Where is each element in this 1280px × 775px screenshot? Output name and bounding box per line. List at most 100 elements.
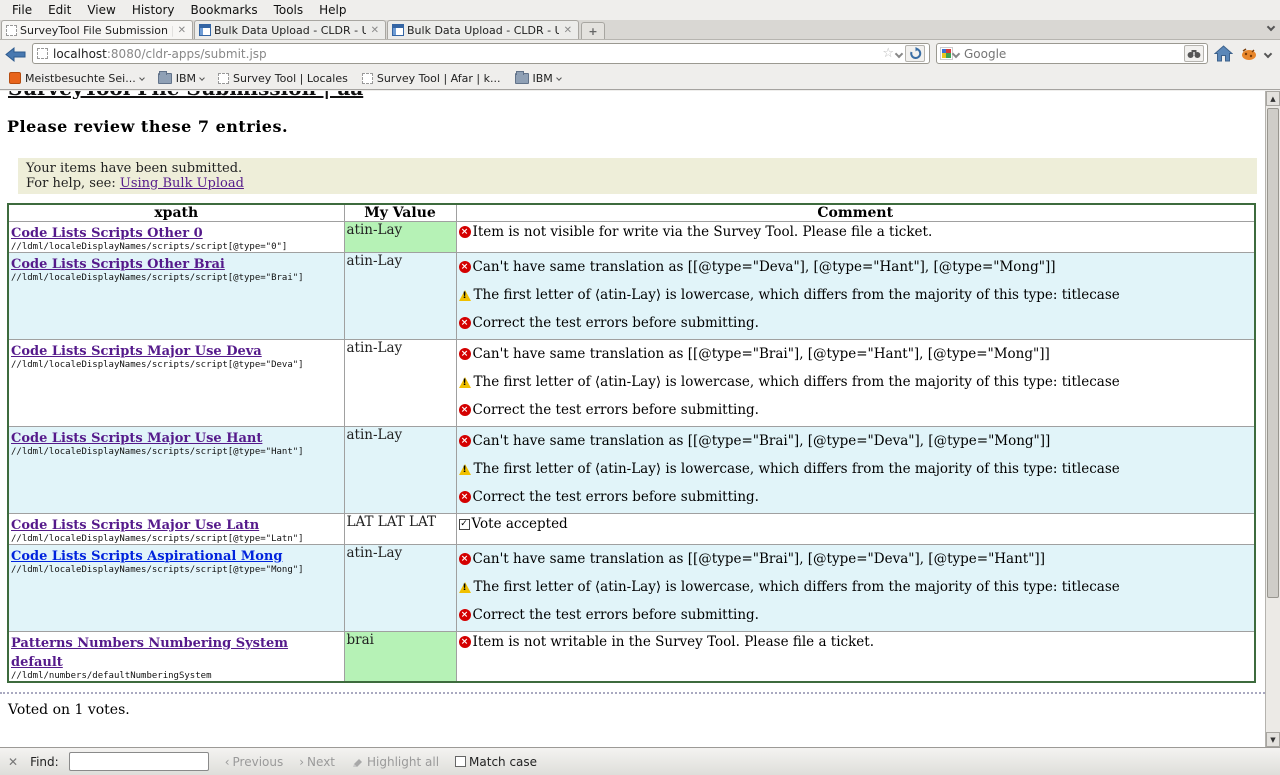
submission-notice: Your items have been submitted. For help… (18, 158, 1257, 194)
bookmark-folder-ibm-1[interactable]: IBM (153, 70, 209, 87)
reload-button[interactable] (905, 45, 925, 62)
scroll-up-arrow-icon[interactable]: ▲ (1266, 91, 1280, 106)
my-value-cell: atin-Lay (344, 545, 456, 632)
error-icon (459, 317, 471, 329)
bookmark-survey-tool-locales[interactable]: Survey Tool | Locales (213, 70, 353, 87)
url-dropdown-chevron-icon[interactable] (895, 49, 903, 57)
xpath-cell: Code Lists Scripts Major Use Deva//ldml/… (8, 340, 344, 427)
find-binoculars-button[interactable] (1184, 45, 1204, 62)
dotted-separator (0, 692, 1265, 694)
error-icon (459, 609, 471, 621)
menu-view[interactable]: View (79, 1, 123, 19)
comment-line: Vote accepted (459, 514, 1253, 534)
location-bar[interactable]: localhost:8080/cldr-apps/submit.jsp ☆ (32, 43, 930, 64)
comment-text: Correct the test errors before submittin… (473, 607, 759, 623)
comment-text: Item is not writable in the Survey Tool.… (473, 634, 874, 650)
comment-text: Correct the test errors before submittin… (473, 489, 759, 505)
search-engine-chevron-icon[interactable] (952, 49, 960, 57)
url-host: localhost (53, 47, 107, 61)
find-bar: ✕ Find: ‹Previous ›Next Highlight all Ma… (0, 747, 1280, 775)
xpath-link[interactable]: Code Lists Scripts Major Use Latn (11, 518, 259, 533)
find-input[interactable] (69, 752, 209, 771)
xpath-link[interactable]: Patterns Numbers Numbering System defaul… (11, 636, 288, 670)
bookmark-folder-ibm-2[interactable]: IBM (510, 70, 566, 87)
table-row: Patterns Numbers Numbering System defaul… (8, 632, 1255, 683)
addon-icon[interactable] (1241, 47, 1257, 61)
xpath-link[interactable]: Code Lists Scripts Other Brai (11, 257, 225, 272)
xpath-cell: Code Lists Scripts Major Use Hant//ldml/… (8, 427, 344, 514)
comment-text: Can't have same translation as [[@type="… (473, 433, 1051, 449)
table-row: Code Lists Scripts Major Use Deva//ldml/… (8, 340, 1255, 427)
highlight-all-button[interactable]: Highlight all (351, 755, 439, 769)
page-icon (218, 73, 229, 84)
url-path: :8080/cldr-apps/submit.jsp (107, 47, 267, 61)
my-value-cell: brai (344, 632, 456, 683)
chevron-down-icon (139, 75, 145, 81)
tab-bulk-upload-1[interactable]: Bulk Data Upload - CLDR - Un... ✕ (194, 20, 386, 39)
window-favicon (199, 24, 211, 36)
tab-list-chevron-icon[interactable] (1267, 23, 1275, 31)
comment-line: Can't have same translation as [[@type="… (459, 427, 1253, 455)
warning-icon (459, 377, 471, 388)
folder-icon (515, 73, 529, 84)
xpath-link[interactable]: Code Lists Scripts Major Use Deva (11, 344, 262, 359)
xpath-code: //ldml/localeDisplayNames/scripts/script… (11, 273, 342, 283)
history-icon (9, 72, 21, 84)
comment-line: Correct the test errors before submittin… (459, 601, 1253, 629)
comment-line: Can't have same translation as [[@type="… (459, 545, 1253, 573)
placeholder-favicon (37, 48, 48, 59)
home-button[interactable] (1214, 45, 1233, 62)
xpath-code: //ldml/localeDisplayNames/scripts/script… (11, 534, 342, 544)
tab-close-icon[interactable]: ✕ (176, 25, 188, 36)
xpath-link[interactable]: Code Lists Scripts Aspirational Mong (11, 549, 282, 564)
comment-line: Correct the test errors before submittin… (459, 483, 1253, 511)
menu-tools[interactable]: Tools (266, 1, 312, 19)
xpath-cell: Patterns Numbers Numbering System defaul… (8, 632, 344, 683)
xpath-cell: Code Lists Scripts Other Brai//ldml/loca… (8, 253, 344, 340)
comment-text: The first letter of ⟨atin-Lay⟩ is lowerc… (474, 374, 1120, 390)
menu-file[interactable]: File (4, 1, 40, 19)
tab-close-icon[interactable]: ✕ (369, 25, 381, 36)
tab-close-icon[interactable]: ✕ (562, 25, 574, 36)
back-button[interactable] (4, 44, 28, 64)
toolbar-overflow-chevron-icon[interactable] (1264, 49, 1272, 57)
check-icon (459, 519, 470, 530)
my-value-cell: atin-Lay (344, 427, 456, 514)
comment-cell: Can't have same translation as [[@type="… (456, 427, 1255, 514)
find-previous-button[interactable]: ‹Previous (225, 755, 284, 769)
my-value-cell: atin-Lay (344, 222, 456, 253)
xpath-code: //ldml/localeDisplayNames/scripts/script… (11, 447, 342, 457)
bookmark-survey-tool-afar[interactable]: Survey Tool | Afar | k... (357, 70, 506, 87)
menu-bookmarks[interactable]: Bookmarks (183, 1, 266, 19)
findbar-close-icon[interactable]: ✕ (8, 755, 18, 769)
scroll-down-arrow-icon[interactable]: ▼ (1266, 732, 1280, 747)
xpath-link[interactable]: Code Lists Scripts Other 0 (11, 226, 203, 241)
menu-history[interactable]: History (124, 1, 183, 19)
bookmark-most-visited[interactable]: Meistbesuchte Sei... (4, 70, 149, 87)
highlighter-icon (351, 755, 364, 768)
tab-title: Bulk Data Upload - CLDR - Un... (407, 24, 559, 37)
search-bar[interactable] (936, 43, 1208, 64)
using-bulk-upload-link[interactable]: Using Bulk Upload (120, 176, 244, 191)
checkbox-icon[interactable] (455, 756, 466, 767)
tab-bulk-upload-2[interactable]: Bulk Data Upload - CLDR - Un... ✕ (387, 20, 579, 39)
error-icon (459, 404, 471, 416)
menu-edit[interactable]: Edit (40, 1, 79, 19)
xpath-link[interactable]: Code Lists Scripts Major Use Hant (11, 431, 262, 446)
new-tab-button[interactable]: + (581, 22, 605, 39)
column-header-xpath: xpath (8, 204, 344, 222)
clipped-page-heading: SurveyTool File Submission | aa (8, 91, 1265, 99)
search-input[interactable] (964, 47, 1181, 61)
tab-surveytool-submission[interactable]: SurveyTool File Submission | ... ✕ (1, 20, 193, 39)
vertical-scrollbar[interactable]: ▲ ▼ (1265, 91, 1280, 747)
menu-help[interactable]: Help (311, 1, 354, 19)
my-value-cell: LAT LAT LAT (344, 514, 456, 545)
comment-text: The first letter of ⟨atin-Lay⟩ is lowerc… (474, 461, 1120, 477)
error-icon (459, 636, 471, 648)
navigation-toolbar: localhost:8080/cldr-apps/submit.jsp ☆ (0, 40, 1280, 67)
column-header-my-value: My Value (344, 204, 456, 222)
bookmark-star-icon[interactable]: ☆ (882, 46, 894, 61)
scrollbar-thumb[interactable] (1267, 108, 1279, 598)
match-case-option[interactable]: Match case (455, 755, 537, 769)
find-next-button[interactable]: ›Next (299, 755, 335, 769)
